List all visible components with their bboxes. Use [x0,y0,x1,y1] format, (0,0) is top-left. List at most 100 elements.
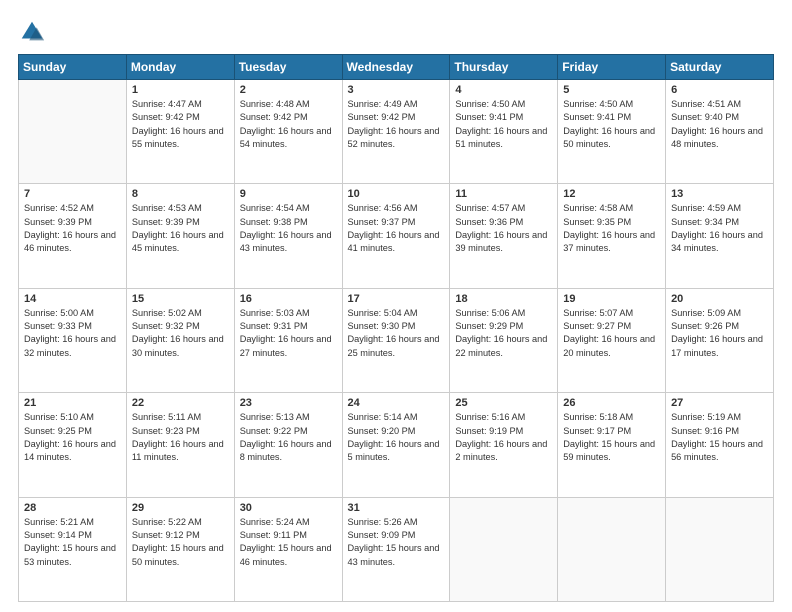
day-info: Sunrise: 4:53 AMSunset: 9:39 PMDaylight:… [132,202,229,255]
calendar-cell: 16 Sunrise: 5:03 AMSunset: 9:31 PMDaylig… [234,288,342,392]
day-info: Sunrise: 5:14 AMSunset: 9:20 PMDaylight:… [348,411,445,464]
day-info: Sunrise: 5:11 AMSunset: 9:23 PMDaylight:… [132,411,229,464]
calendar-cell: 10 Sunrise: 4:56 AMSunset: 9:37 PMDaylig… [342,184,450,288]
day-info: Sunrise: 5:24 AMSunset: 9:11 PMDaylight:… [240,516,337,569]
calendar-week-5: 28 Sunrise: 5:21 AMSunset: 9:14 PMDaylig… [19,497,774,601]
calendar-cell: 13 Sunrise: 4:59 AMSunset: 9:34 PMDaylig… [666,184,774,288]
day-number: 7 [24,188,121,200]
calendar-header-saturday: Saturday [666,55,774,80]
calendar-cell: 28 Sunrise: 5:21 AMSunset: 9:14 PMDaylig… [19,497,127,601]
day-info: Sunrise: 5:07 AMSunset: 9:27 PMDaylight:… [563,307,660,360]
calendar-cell: 29 Sunrise: 5:22 AMSunset: 9:12 PMDaylig… [126,497,234,601]
calendar-cell: 26 Sunrise: 5:18 AMSunset: 9:17 PMDaylig… [558,393,666,497]
day-number: 18 [455,293,552,305]
day-number: 22 [132,397,229,409]
day-info: Sunrise: 4:59 AMSunset: 9:34 PMDaylight:… [671,202,768,255]
day-number: 5 [563,84,660,96]
day-number: 25 [455,397,552,409]
day-number: 14 [24,293,121,305]
day-info: Sunrise: 4:49 AMSunset: 9:42 PMDaylight:… [348,98,445,151]
day-number: 29 [132,502,229,514]
day-number: 27 [671,397,768,409]
calendar-header-friday: Friday [558,55,666,80]
calendar-week-3: 14 Sunrise: 5:00 AMSunset: 9:33 PMDaylig… [19,288,774,392]
day-number: 28 [24,502,121,514]
calendar-cell: 15 Sunrise: 5:02 AMSunset: 9:32 PMDaylig… [126,288,234,392]
calendar-cell: 23 Sunrise: 5:13 AMSunset: 9:22 PMDaylig… [234,393,342,497]
calendar-cell: 5 Sunrise: 4:50 AMSunset: 9:41 PMDayligh… [558,80,666,184]
day-info: Sunrise: 4:51 AMSunset: 9:40 PMDaylight:… [671,98,768,151]
calendar-cell: 11 Sunrise: 4:57 AMSunset: 9:36 PMDaylig… [450,184,558,288]
calendar-cell [19,80,127,184]
day-info: Sunrise: 5:06 AMSunset: 9:29 PMDaylight:… [455,307,552,360]
day-number: 24 [348,397,445,409]
day-number: 17 [348,293,445,305]
day-info: Sunrise: 5:04 AMSunset: 9:30 PMDaylight:… [348,307,445,360]
day-number: 9 [240,188,337,200]
calendar-cell [666,497,774,601]
calendar-cell: 31 Sunrise: 5:26 AMSunset: 9:09 PMDaylig… [342,497,450,601]
day-info: Sunrise: 5:22 AMSunset: 9:12 PMDaylight:… [132,516,229,569]
calendar-cell: 2 Sunrise: 4:48 AMSunset: 9:42 PMDayligh… [234,80,342,184]
calendar-cell: 19 Sunrise: 5:07 AMSunset: 9:27 PMDaylig… [558,288,666,392]
calendar-cell: 7 Sunrise: 4:52 AMSunset: 9:39 PMDayligh… [19,184,127,288]
day-info: Sunrise: 5:02 AMSunset: 9:32 PMDaylight:… [132,307,229,360]
day-number: 6 [671,84,768,96]
day-number: 12 [563,188,660,200]
day-number: 30 [240,502,337,514]
calendar-header-wednesday: Wednesday [342,55,450,80]
day-info: Sunrise: 5:00 AMSunset: 9:33 PMDaylight:… [24,307,121,360]
day-number: 15 [132,293,229,305]
day-info: Sunrise: 4:50 AMSunset: 9:41 PMDaylight:… [455,98,552,151]
day-number: 13 [671,188,768,200]
calendar-header-row: SundayMondayTuesdayWednesdayThursdayFrid… [19,55,774,80]
day-number: 11 [455,188,552,200]
calendar-week-4: 21 Sunrise: 5:10 AMSunset: 9:25 PMDaylig… [19,393,774,497]
day-info: Sunrise: 4:54 AMSunset: 9:38 PMDaylight:… [240,202,337,255]
calendar-cell: 12 Sunrise: 4:58 AMSunset: 9:35 PMDaylig… [558,184,666,288]
day-number: 4 [455,84,552,96]
day-info: Sunrise: 4:47 AMSunset: 9:42 PMDaylight:… [132,98,229,151]
day-number: 26 [563,397,660,409]
logo [18,18,50,46]
day-info: Sunrise: 5:21 AMSunset: 9:14 PMDaylight:… [24,516,121,569]
calendar-cell: 21 Sunrise: 5:10 AMSunset: 9:25 PMDaylig… [19,393,127,497]
calendar-body: 1 Sunrise: 4:47 AMSunset: 9:42 PMDayligh… [19,80,774,602]
day-info: Sunrise: 5:16 AMSunset: 9:19 PMDaylight:… [455,411,552,464]
day-info: Sunrise: 5:26 AMSunset: 9:09 PMDaylight:… [348,516,445,569]
day-info: Sunrise: 4:50 AMSunset: 9:41 PMDaylight:… [563,98,660,151]
day-number: 8 [132,188,229,200]
calendar-cell: 8 Sunrise: 4:53 AMSunset: 9:39 PMDayligh… [126,184,234,288]
calendar-cell: 18 Sunrise: 5:06 AMSunset: 9:29 PMDaylig… [450,288,558,392]
day-number: 21 [24,397,121,409]
calendar-cell: 27 Sunrise: 5:19 AMSunset: 9:16 PMDaylig… [666,393,774,497]
calendar-cell: 14 Sunrise: 5:00 AMSunset: 9:33 PMDaylig… [19,288,127,392]
calendar-cell: 3 Sunrise: 4:49 AMSunset: 9:42 PMDayligh… [342,80,450,184]
day-info: Sunrise: 4:58 AMSunset: 9:35 PMDaylight:… [563,202,660,255]
calendar-cell: 1 Sunrise: 4:47 AMSunset: 9:42 PMDayligh… [126,80,234,184]
calendar-cell [450,497,558,601]
calendar-header-monday: Monday [126,55,234,80]
logo-icon [18,18,46,46]
day-info: Sunrise: 5:10 AMSunset: 9:25 PMDaylight:… [24,411,121,464]
calendar-header-tuesday: Tuesday [234,55,342,80]
calendar-cell: 25 Sunrise: 5:16 AMSunset: 9:19 PMDaylig… [450,393,558,497]
calendar-table: SundayMondayTuesdayWednesdayThursdayFrid… [18,54,774,602]
calendar-cell: 30 Sunrise: 5:24 AMSunset: 9:11 PMDaylig… [234,497,342,601]
day-number: 10 [348,188,445,200]
day-info: Sunrise: 5:19 AMSunset: 9:16 PMDaylight:… [671,411,768,464]
day-number: 2 [240,84,337,96]
day-number: 23 [240,397,337,409]
day-info: Sunrise: 5:03 AMSunset: 9:31 PMDaylight:… [240,307,337,360]
calendar-cell [558,497,666,601]
day-number: 1 [132,84,229,96]
day-info: Sunrise: 4:52 AMSunset: 9:39 PMDaylight:… [24,202,121,255]
day-info: Sunrise: 5:18 AMSunset: 9:17 PMDaylight:… [563,411,660,464]
calendar-cell: 24 Sunrise: 5:14 AMSunset: 9:20 PMDaylig… [342,393,450,497]
day-info: Sunrise: 4:57 AMSunset: 9:36 PMDaylight:… [455,202,552,255]
day-number: 20 [671,293,768,305]
calendar-week-2: 7 Sunrise: 4:52 AMSunset: 9:39 PMDayligh… [19,184,774,288]
calendar-header-thursday: Thursday [450,55,558,80]
calendar-cell: 6 Sunrise: 4:51 AMSunset: 9:40 PMDayligh… [666,80,774,184]
day-number: 16 [240,293,337,305]
